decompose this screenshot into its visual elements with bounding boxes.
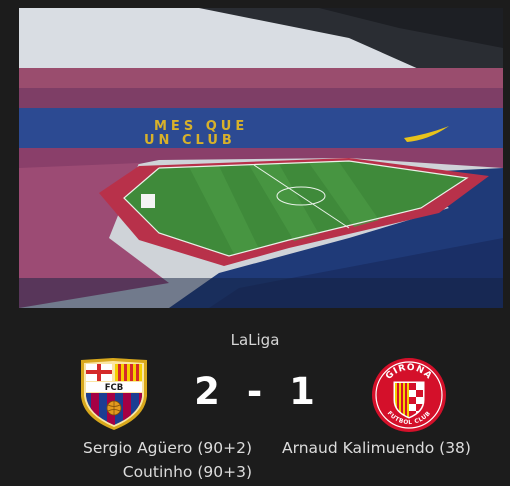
competition-label: LaLiga — [230, 331, 280, 349]
away-scorer-1: Arnaud Kalimuendo (38) — [282, 439, 471, 457]
home-scorer-1: Sergio Agüero (90+2) — [83, 439, 252, 457]
match-card: MES QUE UN CLUB LaLiga FCB 2 - 1 GIRONA … — [0, 0, 510, 486]
home-scorers: Sergio Agüero (90+2) Coutinho (90+3) — [60, 436, 252, 484]
stadium-banner-line1: MES QUE — [154, 119, 248, 134]
home-score: 2 — [194, 370, 221, 413]
girona-fc-crest-icon: GIRONA FUTBOL CLUB — [370, 356, 448, 434]
home-scorer-2: Coutinho (90+3) — [122, 463, 252, 481]
stadium-photo: MES QUE UN CLUB — [19, 8, 503, 308]
stadium-banner-line2: UN CLUB — [144, 133, 236, 148]
score-separator: - — [246, 370, 264, 413]
away-scorers: Arnaud Kalimuendo (38) — [282, 436, 482, 460]
away-score: 1 — [289, 370, 316, 413]
